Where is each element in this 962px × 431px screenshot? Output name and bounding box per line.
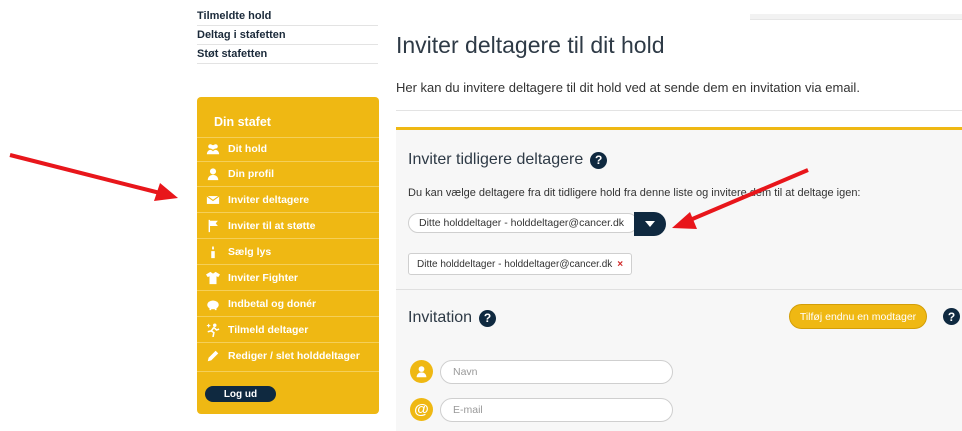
annotation-arrow-left bbox=[9, 153, 178, 201]
annotation-arrow-right bbox=[672, 168, 809, 229]
annotation-arrows bbox=[9, 153, 809, 229]
